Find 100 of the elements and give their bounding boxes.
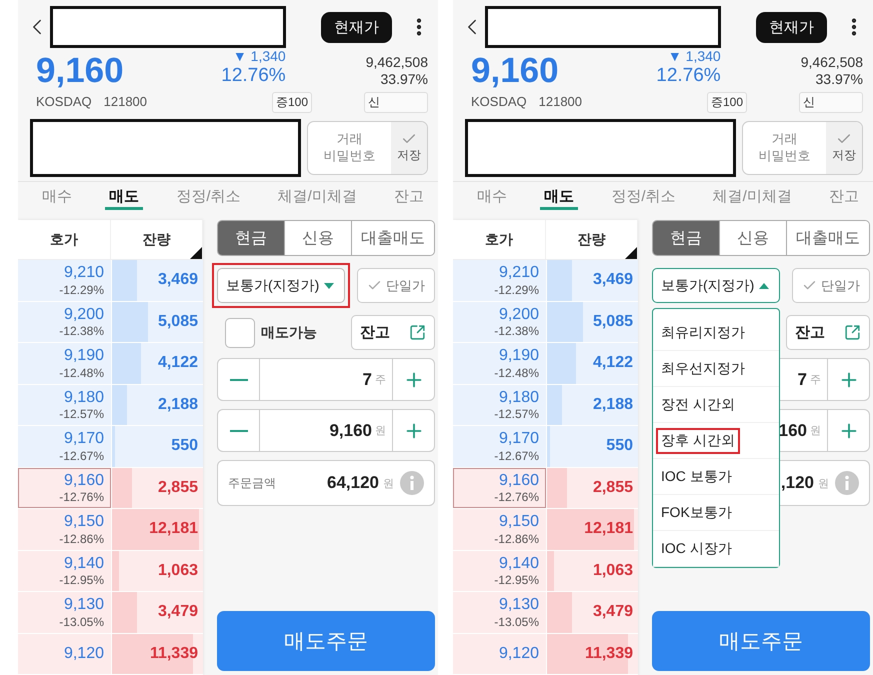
current-price-button[interactable]: 현재가 [756, 12, 827, 42]
quote-volume: 3,469 [592, 271, 633, 290]
order-type-tab[interactable]: 대출매도 [786, 221, 869, 255]
current-price-button[interactable]: 현재가 [321, 12, 392, 42]
single-price-button[interactable]: 단일가 [792, 268, 870, 303]
quote-rate: -12.38% [59, 324, 104, 339]
price-type-dropdown[interactable]: 보통가(지정가) [217, 268, 345, 303]
order-type-tab[interactable]: 대출매도 [350, 221, 434, 255]
tab[interactable]: 정정/취소 [607, 182, 680, 210]
order-row[interactable]: 9,210 -12.29% 3,469 [453, 260, 638, 302]
order-type-tab[interactable]: 현금 [653, 221, 719, 255]
balance-button[interactable]: 잔고 [351, 315, 435, 350]
order-row[interactable]: 9,200 -12.38% 5,085 [18, 302, 203, 343]
info-icon[interactable] [400, 471, 424, 495]
trade-volume: 9,462,508 [800, 54, 863, 71]
volume-rate: 33.97% [816, 70, 863, 88]
tab[interactable]: 체결/미체결 [708, 182, 796, 210]
quote-price: 9,130 [498, 595, 539, 615]
external-link-icon [409, 324, 426, 341]
stepper-field[interactable]: 7 주 [217, 358, 435, 401]
quote-rate: -12.67% [494, 448, 539, 464]
quote-price: 9,160 [498, 470, 539, 490]
corner-triangle-icon [190, 247, 202, 259]
checkbox[interactable] [225, 318, 255, 348]
quote-price: 9,140 [64, 554, 104, 574]
order-row[interactable]: 9,190 -12.48% 4,122 [453, 343, 638, 384]
info-icon[interactable] [835, 471, 859, 495]
order-row[interactable]: 9,180 -12.57% 2,188 [453, 384, 638, 426]
tab[interactable]: 잔고 [390, 182, 428, 210]
current-price: 9,160 [471, 52, 559, 88]
quote-rate: -12.38% [494, 324, 539, 339]
quote-rate: -12.48% [494, 366, 539, 380]
quote-price: 9,210 [64, 263, 104, 283]
quote-rate: -12.57% [494, 407, 539, 422]
change-rate: 12.76% [221, 64, 286, 88]
order-type-tab[interactable]: 현금 [218, 221, 284, 255]
quote-volume: 550 [606, 437, 633, 456]
stepper-field[interactable]: 9,160 원 [217, 409, 435, 452]
balance-button[interactable]: 잔고 [786, 315, 870, 350]
order-row[interactable]: 9,180 -12.57% 2,188 [18, 384, 203, 426]
order-row[interactable]: 9,160 -12.76% 2,855 [453, 468, 638, 509]
quote-volume: 11,339 [584, 644, 633, 663]
single-price-button[interactable]: 단일가 [357, 268, 435, 303]
quote-volume: 3,479 [158, 603, 198, 622]
market-name: KOSDAQ [36, 94, 92, 110]
order-row[interactable]: 9,140 -12.95% 1,063 [453, 550, 638, 592]
quote-rate: -12.76% [494, 490, 539, 505]
quote-price: 9,160 [64, 470, 104, 490]
order-row[interactable]: 9,130 -13.05% 3,479 [18, 592, 203, 634]
password-button[interactable]: 거래 비밀번호 저장 [306, 120, 428, 175]
quote-price: 9,180 [498, 388, 539, 408]
quote-volume: 2,855 [592, 478, 633, 497]
tab[interactable]: 매도 [105, 182, 144, 210]
order-row[interactable]: 9,150 -12.86% 12,181 [453, 509, 638, 550]
quote-price: 9,190 [64, 346, 104, 366]
volume-rate: 33.97% [380, 70, 428, 88]
quote-volume: 5,085 [592, 312, 633, 331]
tab[interactable]: 매수 [473, 182, 511, 210]
tab[interactable]: 매수 [38, 182, 76, 210]
quote-price: 9,120 [64, 644, 104, 664]
credit-badge: 신 [799, 92, 863, 113]
quote-volume: 4,122 [158, 354, 198, 372]
tab[interactable]: 체결/미체결 [274, 182, 361, 210]
order-row[interactable]: 9,190 -12.48% 4,122 [18, 343, 203, 384]
trade-volume: 9,462,508 [366, 54, 428, 71]
order-row[interactable]: 9,210 -12.29% 3,469 [18, 260, 203, 302]
quote-rate: -12.48% [59, 366, 104, 380]
margin-badge: 증100 [272, 92, 312, 113]
order-type-tab[interactable]: 신용 [718, 221, 786, 255]
order-row[interactable]: 9,160 -12.76% 2,855 [18, 468, 203, 509]
column-header: 잔량 [546, 220, 638, 259]
quote-volume: 550 [171, 437, 198, 456]
quote-price: 9,150 [64, 512, 104, 532]
tab[interactable]: 정정/취소 [172, 182, 244, 210]
quote-rate: -12.86% [494, 532, 539, 546]
external-link-icon [844, 324, 861, 341]
column-header: 호가 [453, 220, 546, 259]
order-type-tab[interactable]: 신용 [284, 221, 351, 255]
order-row[interactable]: 9,120 11,339 [18, 634, 203, 675]
order-row[interactable]: 9,170 -12.67% 550 [18, 426, 203, 468]
quote-price: 9,170 [64, 429, 104, 449]
stock-code: 121800 [538, 94, 582, 110]
order-row[interactable]: 9,170 -12.67% 550 [453, 426, 638, 468]
order-row[interactable]: 9,140 -12.95% 1,063 [18, 550, 203, 592]
quote-rate: -13.05% [494, 614, 539, 630]
password-button[interactable]: 거래 비밀번호 저장 [742, 120, 863, 175]
sell-order-button[interactable]: 매도주문 [652, 611, 870, 671]
minus-icon [230, 378, 248, 380]
tab[interactable]: 매도 [540, 182, 578, 210]
quote-volume: 2,855 [158, 478, 198, 497]
order-row[interactable]: 9,130 -13.05% 3,479 [453, 592, 638, 634]
quote-price: 9,200 [498, 304, 539, 324]
quote-price: 9,130 [64, 595, 104, 615]
order-row[interactable]: 9,200 -12.38% 5,085 [453, 302, 638, 343]
quote-rate: -12.76% [59, 490, 104, 505]
order-row[interactable]: 9,150 -12.86% 12,181 [18, 509, 203, 550]
order-row[interactable]: 9,120 11,339 [453, 634, 638, 675]
sell-order-button[interactable]: 매도주문 [217, 611, 435, 671]
price-type-dropdown[interactable]: 보통가(지정가) [652, 268, 780, 303]
tab[interactable]: 잔고 [824, 182, 863, 210]
